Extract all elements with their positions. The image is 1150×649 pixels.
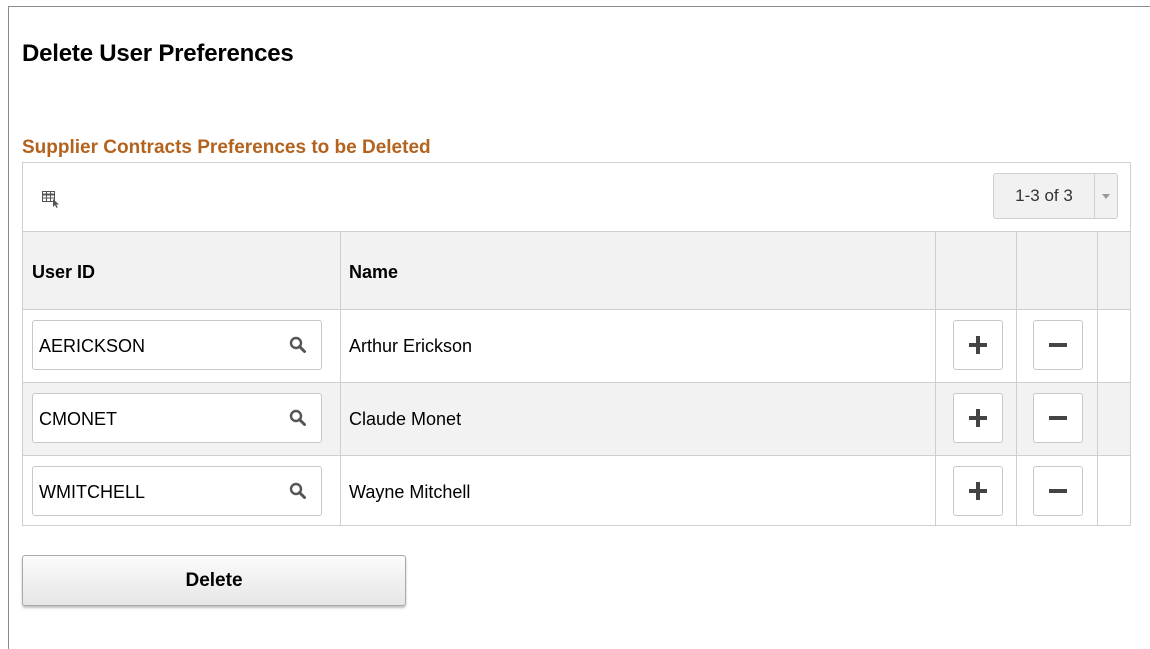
delete-button[interactable]: Delete [22, 555, 406, 606]
plus-icon [969, 336, 987, 354]
user-name: Claude Monet [349, 409, 462, 429]
pager-dropdown[interactable]: 1-3 of 3 [993, 173, 1118, 219]
user-id-value: AERICKSON [39, 336, 146, 356]
column-divider [340, 232, 341, 526]
grid-header-row: User ID Name [23, 232, 1130, 310]
add-row-button[interactable] [953, 466, 1003, 516]
column-header-name: Name [349, 262, 399, 282]
column-divider [1016, 232, 1017, 526]
grid-personalize-icon[interactable] [42, 190, 60, 208]
page-title: Delete User Preferences [22, 40, 294, 67]
user-id-field[interactable]: CMONET [32, 393, 322, 443]
user-name: Arthur Erickson [349, 336, 473, 356]
user-id-field[interactable]: WMITCHELL [32, 466, 322, 516]
column-header-user-id: User ID [32, 262, 96, 282]
preferences-grid: 1-3 of 3 User ID Name AERICKSON Arthur E… [22, 162, 1131, 526]
frame-border-top [8, 6, 1150, 7]
chevron-down-icon[interactable] [1095, 174, 1117, 218]
column-divider [935, 232, 936, 526]
user-name: Wayne Mitchell [349, 482, 471, 502]
column-divider [1097, 232, 1098, 526]
delete-row-button[interactable] [1033, 466, 1083, 516]
frame-border-left [8, 6, 9, 649]
search-icon[interactable] [289, 482, 307, 500]
minus-icon [1049, 343, 1067, 347]
pager-label: 1-3 of 3 [994, 174, 1095, 218]
minus-icon [1049, 416, 1067, 420]
grid-toolbar: 1-3 of 3 [23, 163, 1130, 232]
table-row: WMITCHELL Wayne Mitchell [23, 456, 1130, 529]
user-id-value: CMONET [39, 409, 117, 429]
minus-icon [1049, 489, 1067, 493]
add-row-button[interactable] [953, 393, 1003, 443]
user-id-field[interactable]: AERICKSON [32, 320, 322, 370]
search-icon[interactable] [289, 409, 307, 427]
search-icon[interactable] [289, 336, 307, 354]
add-row-button[interactable] [953, 320, 1003, 370]
plus-icon [969, 409, 987, 427]
section-title: Supplier Contracts Preferences to be Del… [22, 137, 431, 158]
delete-row-button[interactable] [1033, 320, 1083, 370]
user-id-value: WMITCHELL [39, 482, 146, 502]
table-row: AERICKSON Arthur Erickson [23, 310, 1130, 383]
table-row: CMONET Claude Monet [23, 383, 1130, 456]
delete-row-button[interactable] [1033, 393, 1083, 443]
plus-icon [969, 482, 987, 500]
